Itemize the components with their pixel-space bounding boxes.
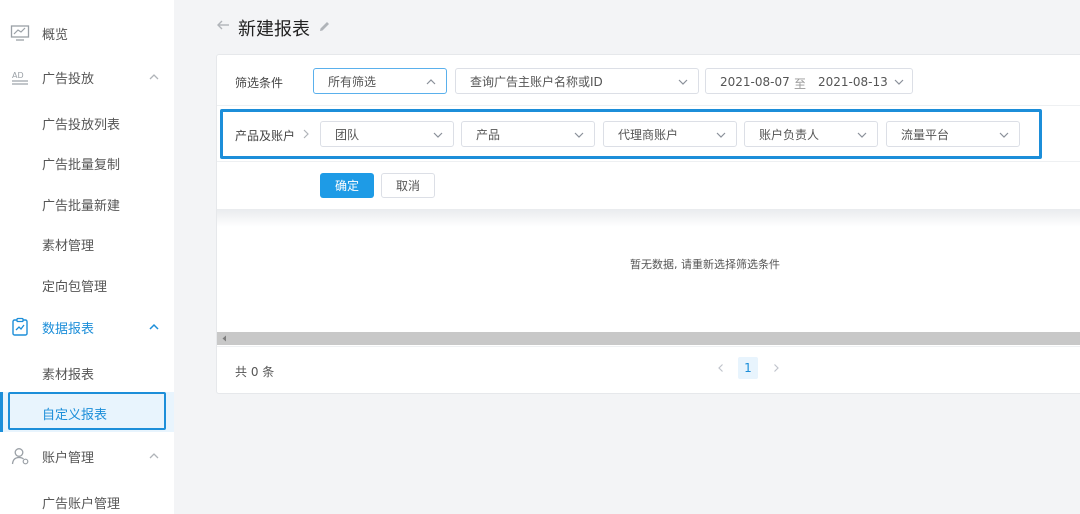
nav-targeting-pack[interactable]: 定向包管理 <box>0 264 174 304</box>
nav-material-report-label: 素材报表 <box>42 368 95 383</box>
ad-icon: AD <box>12 71 28 85</box>
nav-custom-report[interactable]: 自定义报表 <box>0 392 174 432</box>
prev-page-icon[interactable] <box>716 363 726 373</box>
nav-ad-batch-create[interactable]: 广告批量新建 <box>0 183 174 223</box>
date-range-picker[interactable]: 2021-08-07 至 2021-08-13 <box>705 68 913 94</box>
nav-ad-batch-create-label: 广告批量新建 <box>42 199 121 214</box>
chevron-up-icon <box>426 79 436 85</box>
advertiser-search-select[interactable]: 查询广告主账户名称或ID <box>455 68 699 94</box>
nav-account-mgmt[interactable]: 账户管理 <box>0 436 174 476</box>
chevron-up-icon <box>149 453 159 459</box>
account-owner-select[interactable]: 账户负责人 <box>744 121 878 147</box>
nav-ad-account-mgmt[interactable]: 广告账户管理 <box>0 481 174 514</box>
edit-pencil-icon[interactable] <box>318 20 331 33</box>
chevron-down-icon <box>857 132 867 138</box>
advertiser-search-placeholder: 查询广告主账户名称或ID <box>470 74 603 89</box>
report-panel: 筛选条件 所有筛选 查询广告主账户名称或ID 2021-08-07 至 2021… <box>216 54 1080 394</box>
nav-targeting-pack-label: 定向包管理 <box>42 280 108 295</box>
traffic-platform-select[interactable]: 流量平台 <box>886 121 1020 147</box>
filter-scope-value: 所有筛选 <box>328 74 377 89</box>
next-page-icon[interactable] <box>771 363 781 373</box>
nav-custom-report-label: 自定义报表 <box>42 408 108 423</box>
traffic-platform-select-label: 流量平台 <box>901 127 950 142</box>
chevron-down-icon <box>716 132 726 138</box>
chevron-down-icon <box>433 132 443 138</box>
svg-text:AD: AD <box>12 71 24 80</box>
chevron-down-icon <box>894 79 904 85</box>
confirm-button[interactable]: 确定 <box>320 173 374 198</box>
team-select[interactable]: 团队 <box>320 121 454 147</box>
product-select-label: 产品 <box>476 127 501 142</box>
divider <box>217 346 1080 347</box>
nav-data-report-label: 数据报表 <box>42 321 95 337</box>
nav-ad-account-mgmt-label: 广告账户管理 <box>42 497 121 512</box>
chevron-down-icon <box>574 132 584 138</box>
nav-overview[interactable]: 概览 <box>0 13 174 53</box>
divider <box>217 105 1080 106</box>
date-end: 2021-08-13 <box>818 75 888 89</box>
back-arrow-icon[interactable] <box>216 18 230 32</box>
nav-material-mgmt[interactable]: 素材管理 <box>0 223 174 263</box>
filter-label: 筛选条件 <box>235 76 284 90</box>
chevron-down-icon <box>999 132 1009 138</box>
nav-ad-delivery[interactable]: AD 广告投放 <box>0 57 174 97</box>
date-start: 2021-08-07 <box>720 75 790 89</box>
chevron-down-icon <box>678 79 688 85</box>
chevron-right-icon <box>303 129 309 139</box>
agent-account-select-label: 代理商账户 <box>618 127 679 142</box>
nav-material-mgmt-label: 素材管理 <box>42 239 95 254</box>
nav-ad-delivery-label: 广告投放 <box>42 71 95 87</box>
nav-data-report[interactable]: 数据报表 <box>0 307 174 347</box>
filter-scope-select[interactable]: 所有筛选 <box>313 68 447 94</box>
dimension-label: 产品及账户 <box>235 129 296 143</box>
sidebar: 概览 AD 广告投放 广告投放列表 广告批量复制 广告批量新建 素材管理 定向包… <box>0 0 174 514</box>
nav-ad-batch-copy[interactable]: 广告批量复制 <box>0 142 174 182</box>
report-clipboard-icon <box>12 317 28 336</box>
chevron-up-icon <box>149 74 159 80</box>
nav-ad-list-label: 广告投放列表 <box>42 118 121 133</box>
empty-state-text: 暂无数据, 请重新选择筛选条件 <box>630 258 780 271</box>
scroll-left-arrow-icon[interactable] <box>221 335 228 342</box>
table-header-band <box>217 209 1080 227</box>
monitor-icon <box>10 25 30 41</box>
horizontal-scrollbar[interactable] <box>217 332 1080 345</box>
nav-ad-list[interactable]: 广告投放列表 <box>0 102 174 142</box>
nav-material-report[interactable]: 素材报表 <box>0 352 174 392</box>
nav-account-mgmt-label: 账户管理 <box>42 450 95 466</box>
active-indicator <box>0 392 3 432</box>
product-select[interactable]: 产品 <box>461 121 595 147</box>
cancel-button[interactable]: 取消 <box>381 173 435 198</box>
account-owner-select-label: 账户负责人 <box>759 127 820 142</box>
team-select-label: 团队 <box>335 127 360 142</box>
page-title: 新建报表 <box>238 19 310 40</box>
date-separator: 至 <box>794 77 807 91</box>
chevron-up-icon <box>149 323 159 330</box>
page-number-button[interactable]: 1 <box>738 357 758 379</box>
user-icon <box>11 448 29 465</box>
agent-account-select[interactable]: 代理商账户 <box>603 121 737 147</box>
divider <box>217 161 1080 162</box>
total-count: 共 0 条 <box>235 365 275 379</box>
nav-overview-label: 概览 <box>42 27 69 43</box>
nav-ad-batch-copy-label: 广告批量复制 <box>42 158 121 173</box>
